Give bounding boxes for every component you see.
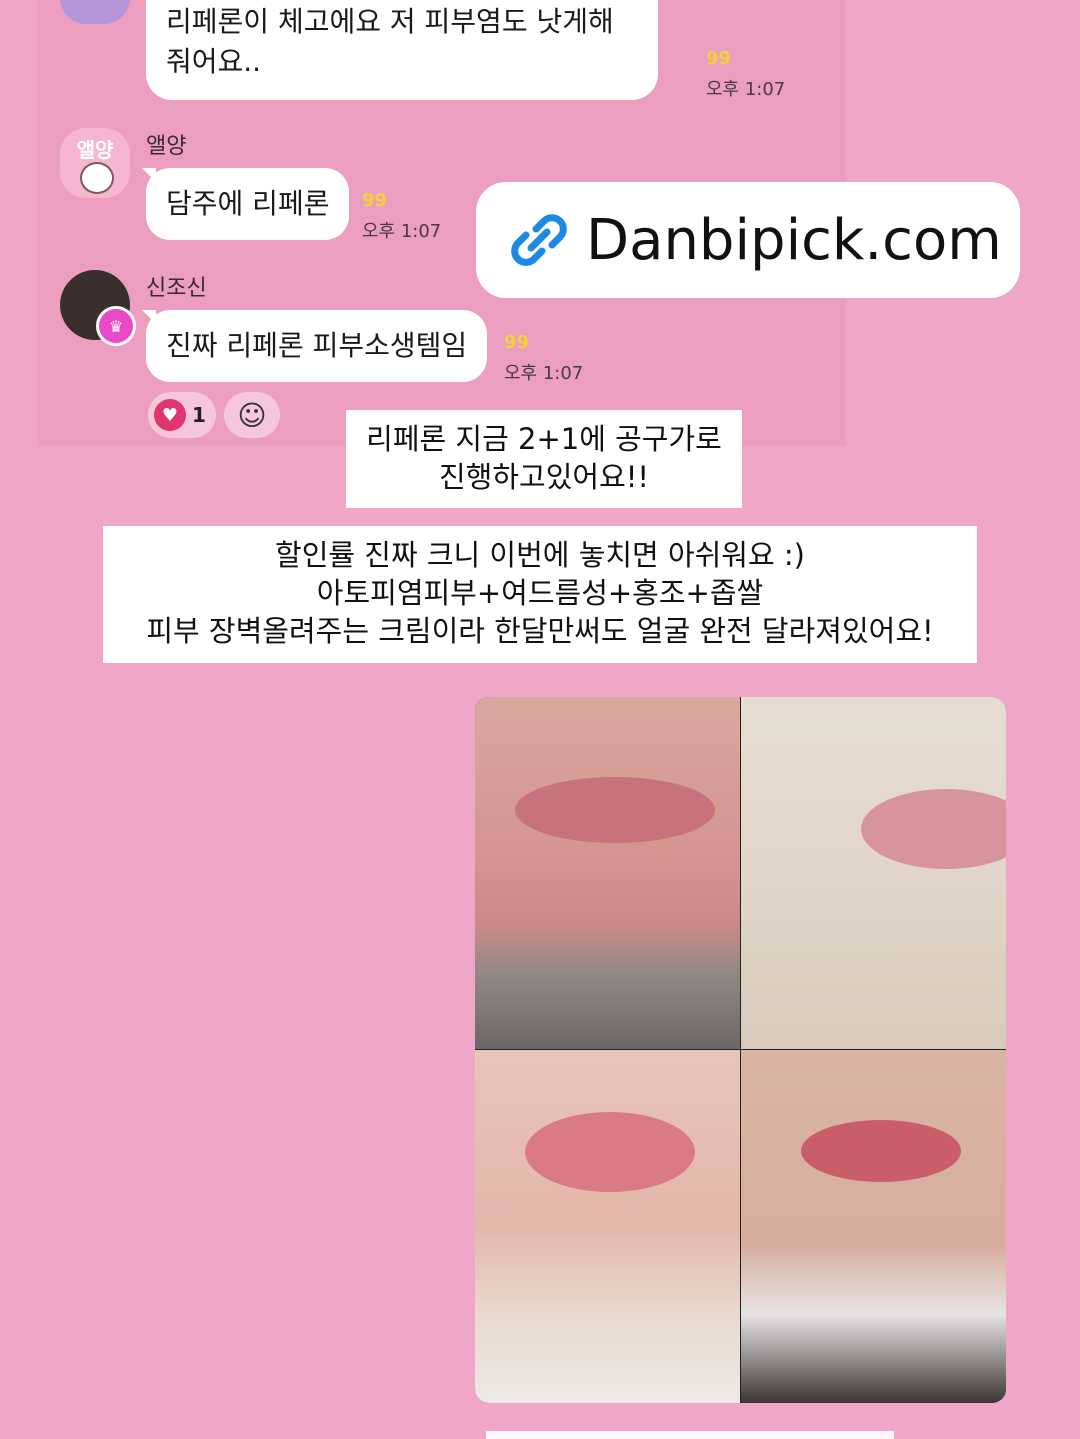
caption-line: 진행하고있어요!!: [438, 460, 649, 494]
lips-shape: [861, 789, 1006, 869]
reaction-button[interactable]: ♥ 1: [148, 392, 216, 438]
message-time: 오후 1:07: [362, 221, 442, 242]
message-text: 진짜 리페론 피부소생템임: [166, 329, 468, 362]
message-bubble[interactable]: 리페론이 체고에요 저 피부염도 낫게해줘어요..: [146, 0, 658, 100]
photo[interactable]: [741, 1050, 1006, 1403]
smile-plus-icon: ☺: [237, 398, 267, 432]
link-icon: [511, 214, 567, 266]
message-text: 담주에 리페론: [166, 187, 330, 220]
unread-count: 99: [504, 332, 530, 353]
message-text: 리페론이 체고에요 저 피부염도 낫게해줘어요..: [166, 5, 614, 78]
link-card[interactable]: Danbipick.com: [476, 182, 1020, 298]
lips-shape: [801, 1120, 961, 1182]
caption-line: 피부 장벽올려주는 크림이라 한달만써도 얼굴 완전 달라져있어요!: [146, 614, 934, 648]
caption-line: 아토피염피부+여드름성+홍조+좁쌀: [316, 576, 764, 610]
sender-name: 신조신: [146, 276, 207, 301]
lips-shape: [515, 777, 715, 843]
avatar[interactable]: 앨양: [60, 128, 130, 198]
message-time: 오후 1:07: [706, 79, 786, 100]
message-time: 오후 1:07: [504, 363, 584, 384]
lips-shape: [525, 1112, 695, 1192]
unread-count: 99: [706, 48, 732, 69]
caption-line: 할인률 진짜 크니 이번에 놓치면 아쉬워요 :): [275, 538, 805, 572]
link-text: Danbipick.com: [586, 207, 1002, 273]
unread-count: 99: [362, 190, 388, 211]
crown-icon: ♛: [96, 306, 136, 346]
avatar-label: 앨양: [76, 138, 114, 162]
caption-box: 할인률 진짜 크니 이번에 놓치면 아쉬워요 :) 아토피염피부+여드름성+홍조…: [103, 526, 977, 663]
sender-name: 앨양: [146, 134, 187, 159]
message-bubble[interactable]: 담주에 리페론: [146, 168, 350, 240]
photo[interactable]: [475, 697, 740, 1049]
heart-icon: ♥: [154, 399, 186, 431]
next-item-edge: [486, 1431, 894, 1439]
caption-box: 리페론 지금 2+1에 공구가로 진행하고있어요!!: [346, 410, 742, 508]
photo[interactable]: [741, 697, 1006, 1049]
caption-line: 리페론 지금 2+1에 공구가로: [366, 422, 722, 456]
reaction-count: 1: [192, 403, 206, 427]
character-icon: [80, 162, 114, 194]
message-bubble[interactable]: 진짜 리페론 피부소생템임: [146, 310, 488, 382]
photo[interactable]: [475, 1050, 740, 1403]
photo-grid[interactable]: [475, 697, 1006, 1403]
add-reaction-button[interactable]: ☺: [224, 392, 280, 438]
